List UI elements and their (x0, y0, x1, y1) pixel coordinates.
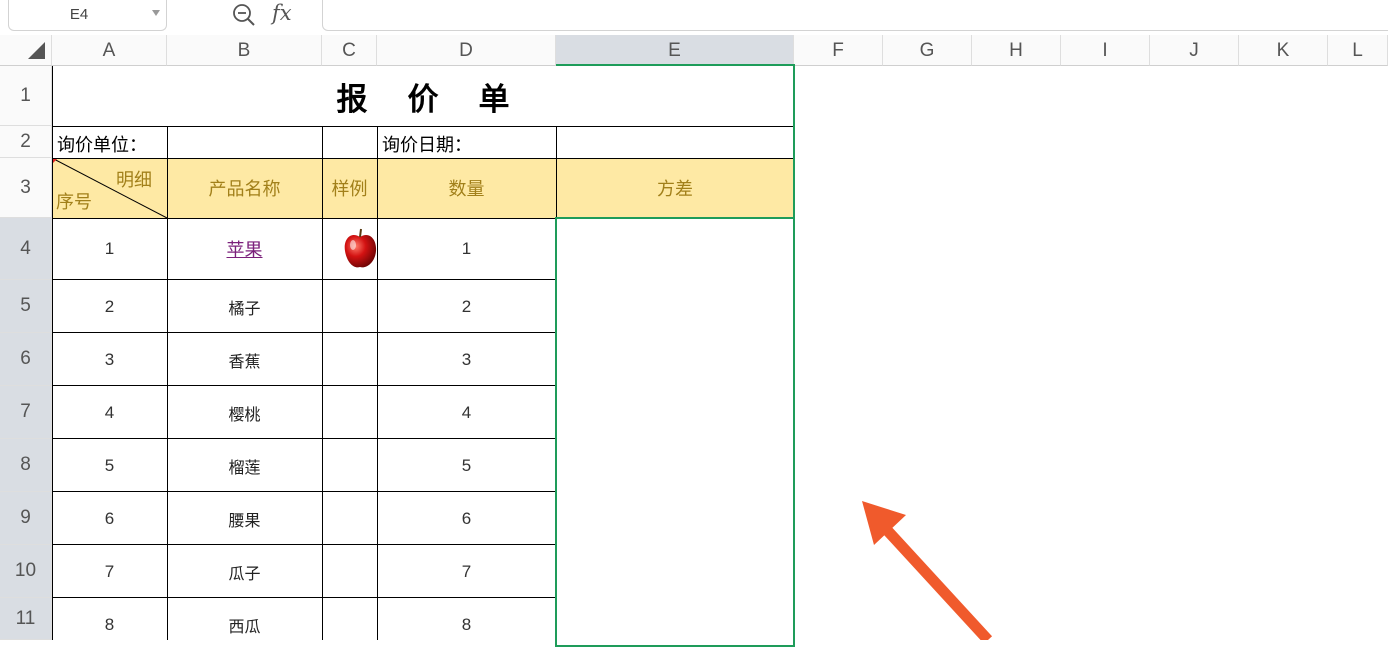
formula-input[interactable] (322, 0, 1388, 31)
cell-product-2[interactable]: 橘子 (167, 280, 322, 333)
row-header-9[interactable]: 9 (0, 492, 52, 545)
inquiry-unit-label[interactable]: 询价单位： (57, 131, 147, 157)
row-header-10[interactable]: 10 (0, 545, 52, 598)
column-header-g[interactable]: G (883, 35, 972, 66)
row-header-7[interactable]: 7 (0, 386, 52, 439)
fx-icon[interactable]: fx (272, 1, 298, 27)
product-link-apple[interactable]: 苹果 (227, 236, 263, 262)
cell-product-3[interactable]: 香蕉 (167, 333, 322, 386)
column-header-c[interactable]: C (322, 35, 377, 66)
row-header-5[interactable]: 5 (0, 280, 52, 333)
column-header-i[interactable]: I (1061, 35, 1150, 66)
inquiry-date-label[interactable]: 询价日期： (382, 131, 472, 157)
row-header-4[interactable]: 4 (0, 218, 52, 280)
apple-image[interactable] (343, 227, 377, 271)
select-all-icon (28, 42, 45, 59)
column-header-b[interactable]: B (167, 35, 322, 66)
row-header-1[interactable]: 1 (0, 66, 52, 126)
cell-serial-6[interactable]: 6 (52, 492, 167, 545)
header-sample[interactable]: 样例 (322, 158, 377, 218)
column-header-a[interactable]: A (52, 35, 167, 66)
column-header-j[interactable]: J (1150, 35, 1239, 66)
zoom-icon[interactable] (232, 3, 258, 27)
row-header-6[interactable]: 6 (0, 333, 52, 386)
arrow-annotation (862, 501, 993, 640)
cell-qty-8[interactable]: 8 (377, 598, 556, 651)
table-border (52, 438, 556, 439)
cell-serial-8[interactable]: 8 (52, 598, 167, 651)
header-quantity[interactable]: 数量 (377, 158, 556, 218)
table-border (52, 385, 556, 386)
diagonal-line (52, 158, 167, 218)
header-product-name[interactable]: 产品名称 (167, 158, 322, 218)
table-border (167, 126, 168, 640)
column-header-d[interactable]: D (377, 35, 556, 66)
table-border (322, 126, 323, 640)
column-header-h[interactable]: H (972, 35, 1061, 66)
cell-qty-3[interactable]: 3 (377, 333, 556, 386)
cell-product-6[interactable]: 腰果 (167, 492, 322, 545)
column-header-f[interactable]: F (794, 35, 883, 66)
cell-qty-4[interactable]: 4 (377, 386, 556, 439)
cell-qty-7[interactable]: 7 (377, 545, 556, 598)
cell-product-7[interactable]: 瓜子 (167, 545, 322, 598)
cell-product-5[interactable]: 榴莲 (167, 439, 322, 492)
table-border (52, 158, 794, 159)
column-selection-edge (793, 64, 795, 218)
row-header-11[interactable]: 11 (0, 598, 52, 640)
column-header-l[interactable]: L (1328, 35, 1388, 66)
table-border (52, 126, 794, 127)
column-header-k[interactable]: K (1239, 35, 1328, 66)
table-border (52, 66, 53, 640)
cell-qty-6[interactable]: 6 (377, 492, 556, 545)
table-border (52, 279, 556, 280)
cell-serial-2[interactable]: 2 (52, 280, 167, 333)
column-header-e[interactable]: E (556, 35, 794, 66)
table-border (377, 126, 378, 640)
table-border (52, 544, 556, 545)
cell-serial-4[interactable]: 4 (52, 386, 167, 439)
table-border (52, 491, 556, 492)
cell-serial-3[interactable]: 3 (52, 333, 167, 386)
sheet-title[interactable]: 报价单 (52, 66, 794, 126)
cell-product-4[interactable]: 樱桃 (167, 386, 322, 439)
cell-qty-5[interactable]: 5 (377, 439, 556, 492)
cell-serial-5[interactable]: 5 (52, 439, 167, 492)
cell-qty-2[interactable]: 2 (377, 280, 556, 333)
header-variance[interactable]: 方差 (556, 158, 794, 218)
column-selection-top (556, 64, 794, 66)
name-box[interactable]: E4 (8, 0, 167, 31)
name-box-value: E4 (69, 6, 89, 23)
row-header-2[interactable]: 2 (0, 126, 52, 158)
selected-range-e4[interactable] (555, 217, 795, 647)
chevron-down-icon[interactable] (152, 10, 160, 16)
cell-product-8[interactable]: 西瓜 (167, 598, 322, 651)
cell-serial-7[interactable]: 7 (52, 545, 167, 598)
table-border (52, 597, 556, 598)
row-header-8[interactable]: 8 (0, 439, 52, 492)
cell-serial-1[interactable]: 1 (52, 218, 167, 280)
table-border (52, 332, 556, 333)
cell-qty-1[interactable]: 1 (377, 218, 556, 280)
cell-product-1[interactable]: 苹果 (167, 218, 322, 280)
row-header-3[interactable]: 3 (0, 158, 52, 218)
